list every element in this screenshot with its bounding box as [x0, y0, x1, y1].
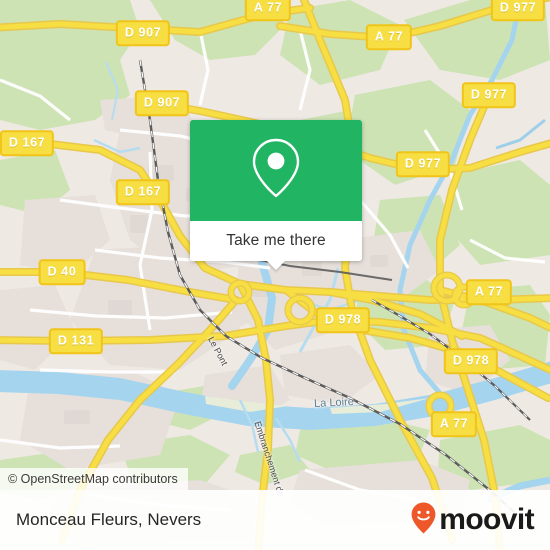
road-shield: A 77 — [244, 0, 292, 21]
footer-bar: Monceau Fleurs, Nevers moovit — [0, 490, 550, 550]
take-me-there-callout[interactable]: Take me there — [190, 120, 362, 270]
moovit-wordmark: moovit — [439, 503, 534, 536]
map-screenshot: D 907 A 77 A 77 D 977 D 907 D 977 D 167 D 977 D … — [0, 0, 550, 550]
road-shield: A 77 — [365, 24, 413, 50]
moovit-pin-icon — [410, 501, 437, 540]
callout-pin-panel — [190, 120, 362, 221]
road-shield: D 977 — [461, 82, 517, 108]
callout-action-panel[interactable]: Take me there — [190, 221, 362, 261]
road-shield: A 77 — [465, 279, 513, 305]
road-shield: D 978 — [443, 348, 499, 374]
osm-attribution[interactable]: © OpenStreetMap contributors — [0, 468, 188, 490]
road-shield: D 977 — [490, 0, 546, 21]
callout-tail-pointer — [267, 261, 285, 270]
place-title: Monceau Fleurs, Nevers — [16, 510, 202, 529]
road-shield: D 907 — [134, 90, 190, 116]
osm-attribution-text: © OpenStreetMap contributors — [8, 472, 178, 486]
road-shield: D 40 — [38, 259, 86, 285]
road-shield: D 167 — [115, 179, 171, 205]
take-me-there-label: Take me there — [226, 232, 326, 249]
moovit-logo[interactable]: moovit — [410, 501, 535, 540]
road-shield: D 978 — [315, 307, 371, 333]
road-shield: D 131 — [48, 328, 104, 354]
road-shield: D 167 — [0, 130, 55, 156]
road-shield: D 907 — [115, 20, 171, 46]
road-shield: D 977 — [395, 151, 451, 177]
road-shield: A 77 — [430, 411, 478, 437]
map-pin-icon — [250, 137, 302, 204]
water-label: La Loire — [313, 395, 355, 411]
